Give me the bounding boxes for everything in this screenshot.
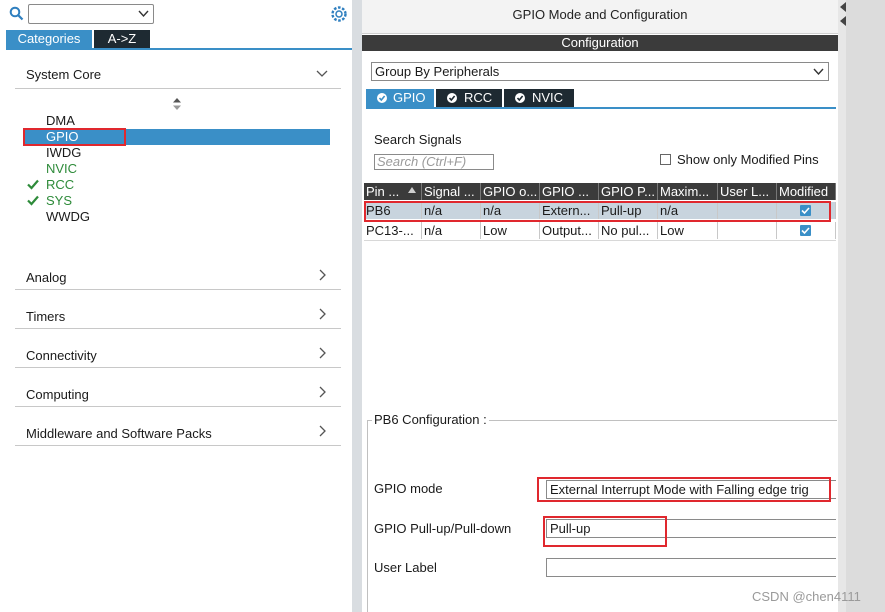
category-middleware[interactable]: Middleware and Software Packs — [26, 426, 212, 441]
col-header-gpio-mode[interactable]: GPIO ... — [540, 183, 599, 200]
cell-modified — [777, 222, 836, 239]
check-icon — [27, 179, 39, 190]
col-header-gpio-output[interactable]: GPIO o... — [481, 183, 540, 200]
check-circle-icon — [377, 93, 387, 103]
category-analog[interactable]: Analog — [26, 270, 66, 285]
cell-gpio-output: Low — [481, 222, 540, 239]
category-timers[interactable]: Timers — [26, 309, 65, 324]
chevron-right-icon[interactable] — [316, 386, 328, 398]
divider — [15, 445, 341, 446]
check-circle-icon — [447, 93, 457, 103]
divider — [15, 406, 341, 407]
category-computing[interactable]: Computing — [26, 387, 89, 402]
show-modified-label: Show only Modified Pins — [677, 152, 819, 167]
chevron-right-icon[interactable] — [316, 269, 328, 281]
group-by-value: Group By Peripherals — [375, 64, 500, 79]
chevron-right-icon[interactable] — [316, 425, 328, 437]
tab-gpio[interactable]: GPIO — [366, 89, 434, 107]
page-title: GPIO Mode and Configuration — [512, 7, 688, 22]
watermark: CSDN @chen4111 — [752, 589, 861, 604]
col-header-gpio-pull[interactable]: GPIO P... — [599, 183, 658, 200]
divider — [15, 289, 341, 290]
tab-underline — [366, 107, 836, 109]
gpio-pull-label: GPIO Pull-up/Pull-down — [374, 521, 512, 536]
chevron-right-icon[interactable] — [316, 308, 328, 320]
col-header-pin-label: Pin ... — [366, 184, 400, 199]
tab-underline — [6, 48, 352, 50]
highlight-box — [364, 201, 831, 222]
row-divider — [364, 240, 836, 241]
system-core-item-nvic[interactable]: NVIC — [46, 161, 77, 177]
highlight-box — [537, 477, 831, 502]
highlight-box — [543, 516, 667, 547]
cell-user-label — [718, 222, 777, 239]
tab-a-z[interactable]: A->Z — [94, 30, 150, 48]
search-signals-input[interactable]: Search (Ctrl+F) — [374, 154, 494, 170]
system-core-item-rcc[interactable]: RCC — [46, 177, 74, 193]
system-core-item-iwdg[interactable]: IWDG — [46, 145, 81, 161]
tab-gpio-label: GPIO — [393, 90, 426, 105]
divider — [15, 367, 341, 368]
tab-categories[interactable]: Categories — [6, 30, 92, 48]
col-header-signal[interactable]: Signal ... — [422, 183, 481, 200]
categories-panel — [0, 0, 352, 612]
system-core-item-dma[interactable]: DMA — [46, 113, 75, 129]
show-modified-checkbox[interactable] — [660, 154, 671, 165]
system-core-item-wwdg[interactable]: WWDG — [46, 209, 90, 225]
chevron-down-icon[interactable] — [316, 67, 328, 79]
divider — [15, 88, 341, 89]
tab-rcc-label: RCC — [464, 90, 493, 105]
user-label-input[interactable] — [546, 558, 836, 577]
highlight-box — [23, 128, 126, 146]
col-header-user-label[interactable]: User L... — [718, 183, 777, 200]
tab-nvic-label: NVIC — [532, 90, 564, 105]
divider — [15, 328, 341, 329]
category-system-core[interactable]: System Core — [26, 67, 101, 82]
cell-signal: n/a — [422, 222, 481, 239]
scrollbar[interactable] — [846, 0, 885, 612]
category-connectivity[interactable]: Connectivity — [26, 348, 97, 363]
check-circle-icon — [515, 93, 525, 103]
cell-gpio-pull: No pul... — [599, 222, 658, 239]
cell-pin: PC13-... — [364, 222, 422, 239]
chevron-down-icon — [138, 9, 149, 19]
panel-divider[interactable] — [352, 0, 362, 612]
tab-rcc[interactable]: RCC — [436, 89, 502, 107]
cell-gpio-mode: Output... — [540, 222, 599, 239]
chevron-down-icon — [813, 67, 824, 77]
search-signals-label: Search Signals — [374, 132, 462, 147]
check-icon — [27, 195, 39, 206]
cell-max-speed: Low — [658, 222, 718, 239]
search-combobox[interactable] — [28, 4, 154, 24]
search-icon[interactable] — [9, 6, 24, 21]
chevron-right-icon[interactable] — [316, 347, 328, 359]
group-by-select[interactable]: Group By Peripherals — [371, 62, 829, 81]
col-header-modified[interactable]: Modified — [777, 183, 836, 200]
col-header-pin[interactable]: Pin ... — [364, 183, 422, 200]
sort-icon[interactable] — [172, 98, 182, 110]
system-core-item-sys[interactable]: SYS — [46, 193, 72, 209]
gear-icon[interactable] — [330, 5, 348, 23]
sort-asc-icon — [408, 187, 416, 193]
configuration-header: Configuration — [362, 35, 838, 51]
tab-nvic[interactable]: NVIC — [504, 89, 574, 107]
gpio-mode-label: GPIO mode — [374, 481, 443, 496]
checked-icon — [800, 225, 811, 236]
col-header-max-speed[interactable]: Maxim... — [658, 183, 718, 200]
pin-config-title: PB6 Configuration : — [372, 412, 489, 427]
user-label-label: User Label — [374, 560, 437, 575]
collapse-arrow-icon[interactable] — [838, 0, 848, 30]
